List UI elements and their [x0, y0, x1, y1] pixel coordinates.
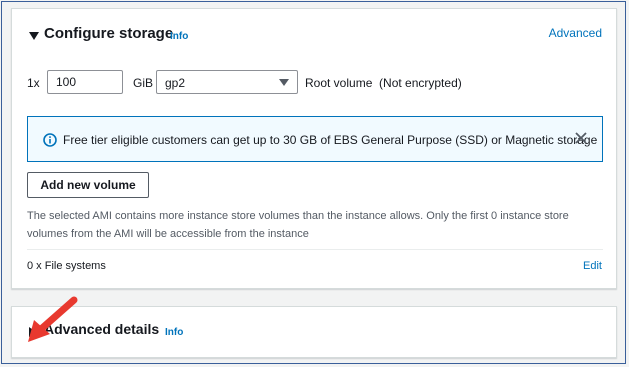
volume-size-input[interactable] [47, 70, 123, 94]
storage-info-link[interactable]: Info [170, 31, 188, 42]
caret-down-icon [279, 79, 289, 86]
volume-type-value: gp2 [165, 76, 186, 90]
close-icon[interactable] [574, 131, 588, 145]
edit-link[interactable]: Edit [583, 260, 602, 272]
divider [27, 249, 603, 250]
volume-unit-label: GiB [133, 76, 154, 90]
root-volume-description: Root volume (Not encrypted) [305, 76, 462, 90]
alert-text: Free tier eligible customers can get up … [63, 133, 598, 147]
collapse-caret-icon[interactable] [29, 32, 39, 40]
annotation-arrow-icon [28, 296, 78, 342]
volume-type-select[interactable]: gp2 [156, 70, 298, 94]
advanced-link[interactable]: Advanced [549, 26, 602, 40]
advanced-info-link[interactable]: Info [165, 327, 183, 338]
add-new-volume-button[interactable]: Add new volume [27, 172, 149, 198]
configure-storage-title[interactable]: Configure storage [44, 25, 173, 42]
configure-storage-panel: Configure storage Info Advanced 1x GiB g… [11, 8, 617, 289]
info-circle-icon [43, 133, 57, 147]
instance-store-note: The selected AMI contains more instance … [27, 210, 569, 240]
free-tier-alert: Free tier eligible customers can get up … [27, 116, 603, 162]
file-systems-label: 0 x File systems [27, 260, 106, 272]
volume-count-label: 1x [27, 76, 40, 90]
advanced-details-panel[interactable]: Advanced details Info [11, 306, 617, 358]
